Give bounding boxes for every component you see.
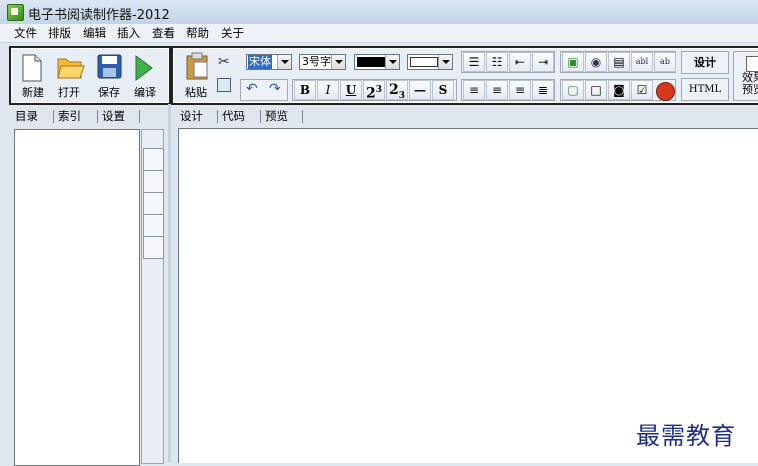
- copy-icon[interactable]: [217, 78, 231, 92]
- menu-view[interactable]: 查看: [152, 25, 175, 41]
- strikethrough-button[interactable]: S: [432, 80, 454, 100]
- play-triangle-icon: [135, 55, 153, 81]
- font-size-select[interactable]: 3号字: [299, 54, 346, 70]
- design-mode-button[interactable]: 设计: [681, 51, 729, 74]
- chevron-down-icon: [438, 55, 452, 69]
- align-group: ≡ ≡ ≡ ≣: [461, 79, 555, 101]
- menu-edit[interactable]: 编辑: [83, 25, 106, 41]
- bold-button[interactable]: B: [294, 80, 316, 100]
- menu-about[interactable]: 关于: [221, 25, 244, 41]
- html-mode-button[interactable]: HTML: [681, 78, 729, 101]
- editor-tab-bar: 设计 代码 预览: [172, 108, 758, 125]
- tab-separator: [217, 110, 218, 123]
- insert-table-icon[interactable]: ▤: [608, 52, 630, 72]
- unordered-list-icon[interactable]: ☷: [486, 52, 508, 72]
- chevron-down-icon: [331, 55, 345, 69]
- menu-file[interactable]: 文件: [14, 25, 37, 41]
- tab-settings[interactable]: 设置: [102, 108, 125, 124]
- list-group: ☰ ☷ ⇤ ⇥: [461, 51, 555, 73]
- new-file-icon: [22, 54, 42, 82]
- indent-icon[interactable]: ⇥: [532, 52, 554, 72]
- edit-toolbar: 粘贴 ✂ 宋体 3号字 ↶ ↷ B I U 23 23 — S ☰ ☷ ⇤ ⇥: [171, 46, 758, 105]
- floppy-disk-icon: [97, 54, 122, 79]
- window-title: 电子书阅读制作器-2012: [28, 8, 170, 23]
- watermark: 最需教育: [636, 422, 736, 450]
- underline-button[interactable]: U: [340, 80, 362, 100]
- panel-splitter[interactable]: [168, 104, 171, 462]
- folder-open-icon: [57, 58, 85, 79]
- cut-scissors-icon[interactable]: ✂: [218, 54, 230, 70]
- side-button-2[interactable]: [143, 170, 164, 193]
- preview-page-icon: [746, 56, 758, 72]
- editor-design-area[interactable]: [178, 128, 758, 463]
- tab-separator: [97, 110, 98, 123]
- tab-code[interactable]: 代码: [222, 108, 245, 124]
- insert-image-icon[interactable]: ▣: [562, 52, 584, 72]
- form-group: ▢ □ ◙ ☑: [560, 79, 676, 101]
- preview-effect-button[interactable]: 效果预览: [733, 51, 758, 101]
- insert-radio-icon[interactable]: ◙: [608, 80, 630, 100]
- insert-textarea-icon[interactable]: ab: [654, 52, 676, 72]
- italic-button[interactable]: I: [317, 80, 339, 100]
- menu-insert[interactable]: 插入: [117, 25, 140, 41]
- tab-preview[interactable]: 预览: [265, 108, 288, 124]
- clipboard-icon: [186, 52, 208, 80]
- bg-color-select[interactable]: [407, 54, 453, 70]
- tab-index[interactable]: 索引: [58, 108, 81, 124]
- outdent-icon[interactable]: ⇤: [509, 52, 531, 72]
- redo-icon[interactable]: ↷: [269, 81, 281, 97]
- main-toolbar: 新建 打开 保存 编译: [9, 46, 171, 105]
- title-bar: 电子书阅读制作器-2012: [0, 0, 758, 25]
- undo-redo-group: ↶ ↷: [240, 79, 288, 101]
- tab-separator: [139, 110, 140, 123]
- subscript-button[interactable]: 23: [386, 80, 408, 101]
- catalog-tree[interactable]: [14, 129, 140, 466]
- chevron-down-icon: [277, 55, 291, 69]
- tab-separator: [53, 110, 54, 123]
- insert-group: ▣ ◉ ▤ abl ab: [560, 51, 676, 73]
- tab-design[interactable]: 设计: [180, 108, 203, 124]
- menu-layout[interactable]: 排版: [48, 25, 71, 41]
- insert-box-icon[interactable]: □: [585, 80, 607, 100]
- undo-icon[interactable]: ↶: [246, 81, 258, 97]
- catalog-side-buttons: [141, 129, 164, 464]
- bg-color-swatch: [410, 57, 438, 67]
- align-center-icon[interactable]: ≡: [486, 80, 508, 100]
- align-justify-icon[interactable]: ≣: [532, 80, 554, 100]
- new-button[interactable]: 新建: [17, 50, 49, 99]
- superscript-button[interactable]: 23: [363, 80, 385, 102]
- chevron-down-icon: [385, 55, 399, 69]
- font-color-select[interactable]: [354, 54, 400, 70]
- menu-bar: 文件 排版 编辑 插入 查看 帮助 关于: [0, 24, 758, 43]
- format-group: B I U 23 23 — S: [292, 79, 457, 102]
- tab-catalog[interactable]: 目录: [15, 108, 38, 124]
- insert-checkbox-icon[interactable]: ☑: [631, 80, 653, 100]
- menu-help[interactable]: 帮助: [186, 25, 209, 41]
- side-button-5[interactable]: [143, 236, 164, 259]
- flash-icon[interactable]: [656, 82, 675, 101]
- insert-frame-icon[interactable]: ▢: [562, 80, 584, 100]
- side-button-3[interactable]: [143, 192, 164, 215]
- side-button-1[interactable]: [143, 148, 164, 171]
- left-tab-bar: 目录 索引 设置: [9, 108, 167, 125]
- horizontal-rule-button[interactable]: —: [409, 80, 431, 100]
- ordered-list-icon[interactable]: ☰: [463, 52, 485, 72]
- app-icon: [7, 4, 24, 21]
- tab-separator: [302, 110, 303, 123]
- save-button[interactable]: 保存: [93, 50, 125, 99]
- font-name-select[interactable]: 宋体: [246, 54, 292, 70]
- insert-media-icon[interactable]: ◉: [585, 52, 607, 72]
- align-left-icon[interactable]: ≡: [463, 80, 485, 100]
- paste-button[interactable]: 粘贴: [181, 50, 213, 99]
- compile-button[interactable]: 编译: [129, 50, 161, 99]
- align-right-icon[interactable]: ≡: [509, 80, 531, 100]
- tab-separator: [260, 110, 261, 123]
- side-button-4[interactable]: [143, 214, 164, 237]
- font-color-swatch: [357, 57, 385, 67]
- open-button[interactable]: 打开: [53, 50, 85, 99]
- insert-textfield-icon[interactable]: abl: [631, 52, 653, 72]
